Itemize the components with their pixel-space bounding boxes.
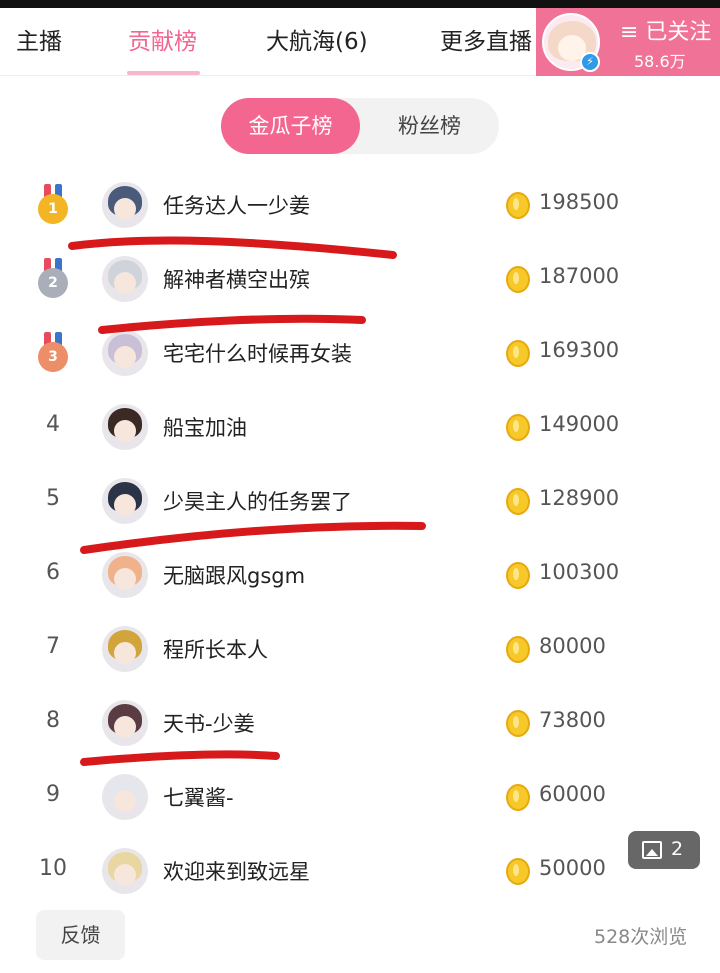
image-count-badge[interactable]: 2 [628, 831, 700, 869]
red-annotation-strokes [68, 236, 426, 766]
annotation-underline [80, 521, 426, 554]
image-icon [642, 841, 662, 859]
view-count: 528次浏览 [594, 926, 688, 948]
annotation-underline [98, 314, 366, 334]
annotation-underline [80, 750, 280, 766]
feedback-button[interactable]: 反馈 [36, 910, 125, 960]
annotation-underline [68, 236, 397, 259]
